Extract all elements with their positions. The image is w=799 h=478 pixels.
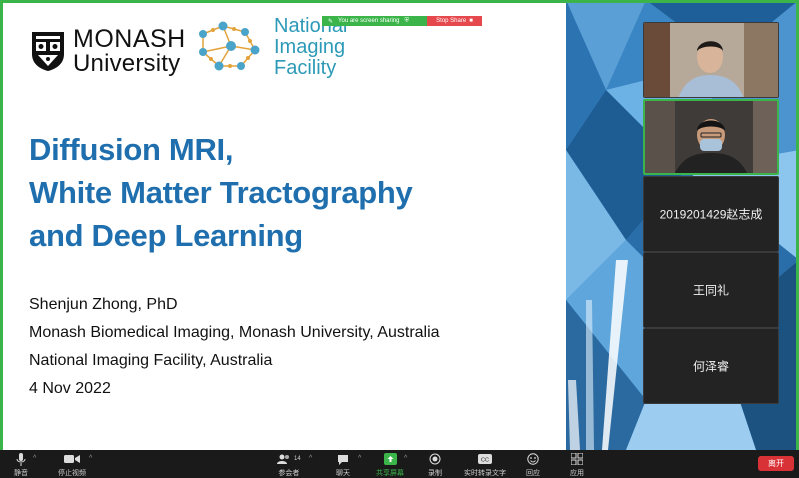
monash-word: MONASH (73, 25, 186, 53)
affiliation-2: National Imaging Facility, Australia (29, 352, 273, 369)
video-gallery-panel: 2019201429赵志成 王同礼 何泽睿 (643, 22, 779, 404)
live-transcript-label: 实时转录文字 (464, 470, 506, 477)
participant-name-tile[interactable]: 2019201429赵志成 (643, 176, 779, 252)
participants-icon (277, 454, 289, 464)
apps-icon (571, 453, 583, 465)
stop-share-label: Stop Share (436, 18, 467, 24)
participants-button[interactable]: 14 参会者 (277, 452, 301, 478)
chat-button[interactable]: 聊天 (336, 452, 350, 478)
meeting-toolbar: 静音 ^ 停止视频 ^ 14 参会者 ^ 聊天 ^ 共享屏幕 ^ 录制 CC 实… (0, 450, 799, 478)
active-speaker-video-feed (645, 101, 777, 173)
apps-button[interactable]: 应用 (570, 452, 584, 478)
participant-name: 2019201429赵志成 (659, 207, 763, 222)
share-options-caret[interactable]: ^ (404, 455, 407, 462)
nif-network-logo (199, 21, 260, 71)
nif-line-3: Facility (274, 57, 337, 79)
stop-square-icon: ■ (469, 18, 473, 24)
affiliation-1: Monash Biomedical Imaging, Monash Univer… (29, 324, 440, 341)
record-icon (429, 453, 441, 465)
screen-share-bar: ✎ You are screen sharing ⛨ Stop Share ■ (322, 16, 482, 26)
participant-name-tile[interactable]: 何泽睿 (643, 328, 779, 404)
presentation-date: 4 Nov 2022 (29, 380, 111, 397)
share-screen-button[interactable]: 共享屏幕 (376, 452, 404, 478)
record-button[interactable]: 录制 (428, 452, 442, 478)
svg-text:CC: CC (481, 458, 489, 464)
chat-label: 聊天 (336, 470, 350, 477)
leave-meeting-button[interactable]: 离开 (758, 456, 794, 471)
apps-label: 应用 (570, 470, 584, 477)
slide-title: Diffusion MRI, White Matter Tractography… (29, 128, 413, 257)
share-screen-icon (383, 453, 397, 465)
reactions-button[interactable]: 回应 (526, 452, 540, 478)
video-options-caret[interactable]: ^ (89, 455, 92, 462)
participant-name: 何泽睿 (692, 359, 729, 374)
stop-video-button[interactable]: 停止视频 (58, 452, 86, 478)
shield-icon: ⛨ (404, 17, 410, 24)
share-status: ✎ You are screen sharing ⛨ (322, 16, 427, 26)
live-transcript-button[interactable]: CC 实时转录文字 (464, 452, 506, 478)
participant-count: 14 (294, 456, 301, 462)
participant-name-tile[interactable]: 王同礼 (643, 252, 779, 328)
video-camera-icon (64, 455, 80, 463)
shared-slide: MONASH University National Imaging Facil… (0, 0, 566, 450)
chat-bubble-icon (338, 454, 348, 465)
mute-button[interactable]: 静音 (14, 452, 28, 478)
slide-author-info: Shenjun Zhong, PhD Monash Biomedical Ima… (29, 294, 440, 406)
participants-label: 参会者 (278, 470, 300, 477)
title-line-2: White Matter Tractography (29, 175, 413, 210)
stop-video-label: 停止视频 (58, 470, 86, 477)
nif-line-2: Imaging (274, 36, 346, 58)
audio-options-caret[interactable]: ^ (33, 455, 36, 462)
mute-label: 静音 (14, 470, 28, 477)
author-name: Shenjun Zhong, PhD (29, 296, 178, 313)
monash-logo-text: MONASH University (73, 26, 186, 76)
participants-options-caret[interactable]: ^ (309, 455, 312, 462)
closed-caption-icon: CC (478, 454, 492, 464)
university-word: University (73, 50, 181, 77)
participant-video-tile[interactable] (643, 22, 779, 98)
monash-crest-logo (32, 32, 64, 71)
share-icon: ✎ (328, 18, 334, 25)
active-speaker-video-tile[interactable] (643, 99, 779, 175)
microphone-icon (16, 452, 26, 466)
share-screen-label: 共享屏幕 (376, 470, 404, 477)
participant-name: 王同礼 (692, 283, 729, 298)
stop-share-button[interactable]: Stop Share ■ (427, 16, 482, 26)
reactions-label: 回应 (526, 470, 540, 477)
participant-video-feed (644, 23, 778, 97)
chat-options-caret[interactable]: ^ (358, 455, 361, 462)
title-line-3: and Deep Learning (29, 218, 303, 253)
emoji-icon (527, 453, 539, 465)
record-label: 录制 (428, 470, 442, 477)
title-line-1: Diffusion MRI, (29, 132, 234, 167)
share-status-text: You are screen sharing (338, 18, 400, 24)
